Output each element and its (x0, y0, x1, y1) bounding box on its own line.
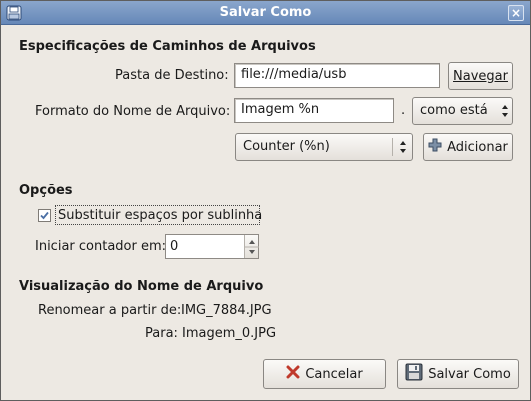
add-button[interactable]: Adicionar (423, 133, 513, 161)
window-title: Salvar Como (219, 5, 312, 20)
token-select-value: Counter (%n) (243, 139, 330, 154)
title-bar[interactable]: Salvar Como × (1, 1, 530, 25)
checkmark-icon (40, 211, 49, 220)
browse-button[interactable]: Navegar (448, 62, 513, 90)
save-as-dialog: Salvar Como × Especificações de Caminhos… (0, 0, 531, 401)
token-select[interactable]: Counter (%n) (235, 133, 413, 161)
rename-from-value: IMG_7884.JPG (181, 303, 272, 318)
save-as-button[interactable]: Salvar Como (397, 359, 519, 389)
cancel-button-label: Cancelar (305, 366, 363, 382)
token-select-separator (392, 138, 393, 156)
rename-to-value: Imagem_0.JPG (182, 326, 277, 341)
spinner-buttons[interactable] (244, 235, 259, 258)
plus-icon (428, 138, 442, 156)
updown-arrows-icon (500, 102, 510, 118)
extension-dot: . (401, 103, 406, 118)
rename-from-label: Renomear a partir de: (38, 303, 182, 318)
filename-format-label: Formato do Nome de Arquivo: (35, 104, 231, 119)
spin-down-arrow-icon (249, 250, 255, 254)
extension-select[interactable]: como está (412, 97, 513, 125)
add-button-label: Adicionar (447, 139, 508, 155)
extension-select-value: como está (420, 103, 488, 118)
replace-spaces-checkbox[interactable] (38, 209, 51, 222)
save-as-button-label: Salvar Como (428, 366, 511, 382)
cancel-button[interactable]: Cancelar (263, 359, 386, 389)
dest-folder-label: Pasta de Destino: (115, 68, 229, 83)
floppy-disk-icon (405, 363, 423, 385)
close-icon[interactable]: × (508, 5, 524, 21)
dest-folder-input[interactable]: file:///media/usb (234, 63, 440, 88)
spin-up-arrow-icon (249, 240, 255, 244)
options-section-title: Opções (19, 183, 73, 198)
start-counter-spinner[interactable]: 0 (165, 234, 259, 259)
start-counter-label: Iniciar contador em: (35, 239, 167, 254)
cancel-x-icon (286, 365, 300, 383)
start-counter-value[interactable]: 0 (170, 239, 178, 254)
browse-button-label: Navegar (453, 68, 508, 84)
preview-section-title: Visualização do Nome de Arquivo (19, 279, 264, 294)
rename-to-label: Para: (145, 326, 178, 341)
filename-format-input[interactable]: Imagem %n (234, 98, 394, 123)
paths-section-title: Especificações de Caminhos de Arquivos (19, 39, 316, 54)
replace-spaces-label[interactable]: Substituir espaços por sublinha (58, 208, 262, 223)
updown-arrows-icon (398, 138, 408, 154)
